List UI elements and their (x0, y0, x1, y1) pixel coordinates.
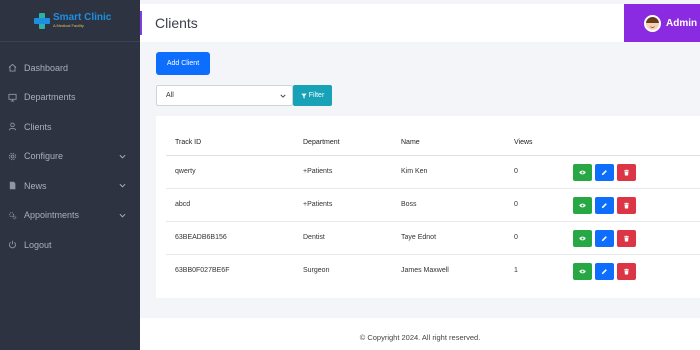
sidebar-item-label: News (24, 180, 47, 191)
views-cell: 0 (514, 234, 518, 241)
table-row: qwerty +Patients Kim Ken 0 (166, 156, 700, 189)
pencil-icon (601, 269, 607, 275)
add-client-button[interactable]: Add Client (156, 52, 210, 75)
user-name: Admin (666, 17, 698, 29)
sidebar-item-departments[interactable]: Departments (0, 83, 140, 113)
name-cell: James Maxwell (401, 267, 449, 274)
sidebar-item-dashboard[interactable]: Dashboard (0, 53, 140, 83)
brand-name: Smart Clinic (53, 12, 112, 23)
department-cell: Surgeon (303, 267, 330, 274)
eye-icon (579, 170, 586, 175)
clients-table-card: Track ID Department Name Views qwerty +P… (156, 116, 700, 298)
views-cell: 1 (514, 267, 518, 274)
table-row: abcd +Patients Boss 0 (166, 189, 700, 222)
medical-cross-icon (34, 12, 50, 29)
sidebar-item-label: Configure (24, 151, 64, 162)
edit-button[interactable] (595, 164, 614, 181)
monitor-icon (8, 93, 17, 102)
name-cell: Taye Ednot (401, 234, 437, 241)
pencil-icon (601, 236, 607, 242)
sidebar: Smart Clinic A Medical Facility Dashboar… (0, 0, 140, 350)
view-button[interactable] (573, 230, 592, 247)
row-actions (573, 197, 636, 214)
name-cell: Boss (401, 201, 417, 208)
funnel-icon (301, 93, 307, 99)
delete-button[interactable] (617, 230, 636, 247)
sidebar-item-clients[interactable]: Clients (0, 112, 140, 142)
views-cell: 0 (514, 168, 518, 175)
sidebar-item-logout[interactable]: Logout (0, 230, 140, 260)
edit-button[interactable] (595, 197, 614, 214)
view-button[interactable] (573, 164, 592, 181)
column-header: Track ID (175, 139, 202, 146)
filter-select[interactable]: All (156, 85, 293, 106)
eye-icon (579, 236, 586, 241)
column-header: Department (303, 139, 340, 146)
track-id-cell: 63BB0F027BE6F (175, 267, 230, 274)
sidebar-item-appointments[interactable]: Appointments (0, 201, 140, 231)
view-button[interactable] (573, 197, 592, 214)
footer: © Copyright 2024. All right reserved. (140, 318, 700, 350)
cogs-icon (8, 211, 17, 220)
filter-select-value: All (166, 92, 174, 99)
avatar (644, 14, 661, 32)
sidebar-item-label: Appointments (24, 210, 80, 221)
table-row: 63BB0F027BE6F Surgeon James Maxwell 1 (166, 255, 700, 288)
edit-button[interactable] (595, 263, 614, 280)
table-header: Track ID Department Name Views (166, 130, 700, 156)
delete-button[interactable] (617, 197, 636, 214)
sidebar-item-label: Dashboard (24, 62, 69, 73)
power-icon (8, 240, 17, 249)
filter-button[interactable]: Filter (293, 85, 332, 106)
title-accent-bar (140, 11, 142, 35)
brand-tagline: A Medical Facility (53, 23, 84, 28)
track-id-cell: 63BEADB6B156 (175, 234, 227, 241)
sidebar-item-configure[interactable]: Configure (0, 142, 140, 172)
copyright-text: © Copyright 2024. All right reserved. (359, 333, 481, 342)
row-actions (573, 164, 636, 181)
sidebar-item-news[interactable]: News (0, 171, 140, 201)
view-button[interactable] (573, 263, 592, 280)
page-title: Clients (155, 15, 198, 31)
eye-icon (579, 203, 586, 208)
row-actions (573, 230, 636, 247)
chevron-down-icon (119, 154, 126, 159)
edit-button[interactable] (595, 230, 614, 247)
chevron-down-icon (119, 213, 126, 218)
column-header: Name (401, 139, 420, 146)
delete-button[interactable] (617, 164, 636, 181)
department-cell: +Patients (303, 201, 333, 208)
user-menu[interactable]: Admin (624, 4, 700, 42)
trash-icon (624, 268, 629, 275)
trash-icon (624, 169, 629, 176)
track-id-cell: qwerty (175, 168, 196, 175)
sidebar-nav: Dashboard Departments Clients Configure … (0, 42, 140, 260)
pencil-icon (601, 170, 607, 176)
eye-icon (579, 269, 586, 274)
chevron-down-icon (119, 183, 126, 188)
home-icon (8, 63, 17, 72)
track-id-cell: abcd (175, 201, 191, 208)
gear-icon (8, 152, 17, 161)
views-cell: 0 (514, 201, 518, 208)
trash-icon (624, 235, 629, 242)
column-header: Views (514, 139, 533, 146)
sidebar-item-label: Logout (24, 239, 52, 250)
sidebar-item-label: Departments (24, 92, 76, 103)
filter-button-label: Filter (308, 92, 325, 99)
brand-logo[interactable]: Smart Clinic A Medical Facility (0, 0, 140, 42)
top-header: Clients Admin (140, 4, 700, 42)
chevron-down-icon (280, 94, 286, 98)
department-cell: +Patients (303, 168, 333, 175)
pencil-icon (601, 203, 607, 209)
document-icon (8, 181, 17, 190)
table-row: 63BEADB6B156 Dentist Taye Ednot 0 (166, 222, 700, 255)
row-actions (573, 263, 636, 280)
department-cell: Dentist (303, 234, 325, 241)
user-icon (8, 122, 17, 131)
delete-button[interactable] (617, 263, 636, 280)
sidebar-item-label: Clients (24, 121, 52, 132)
name-cell: Kim Ken (401, 168, 428, 175)
trash-icon (624, 202, 629, 209)
